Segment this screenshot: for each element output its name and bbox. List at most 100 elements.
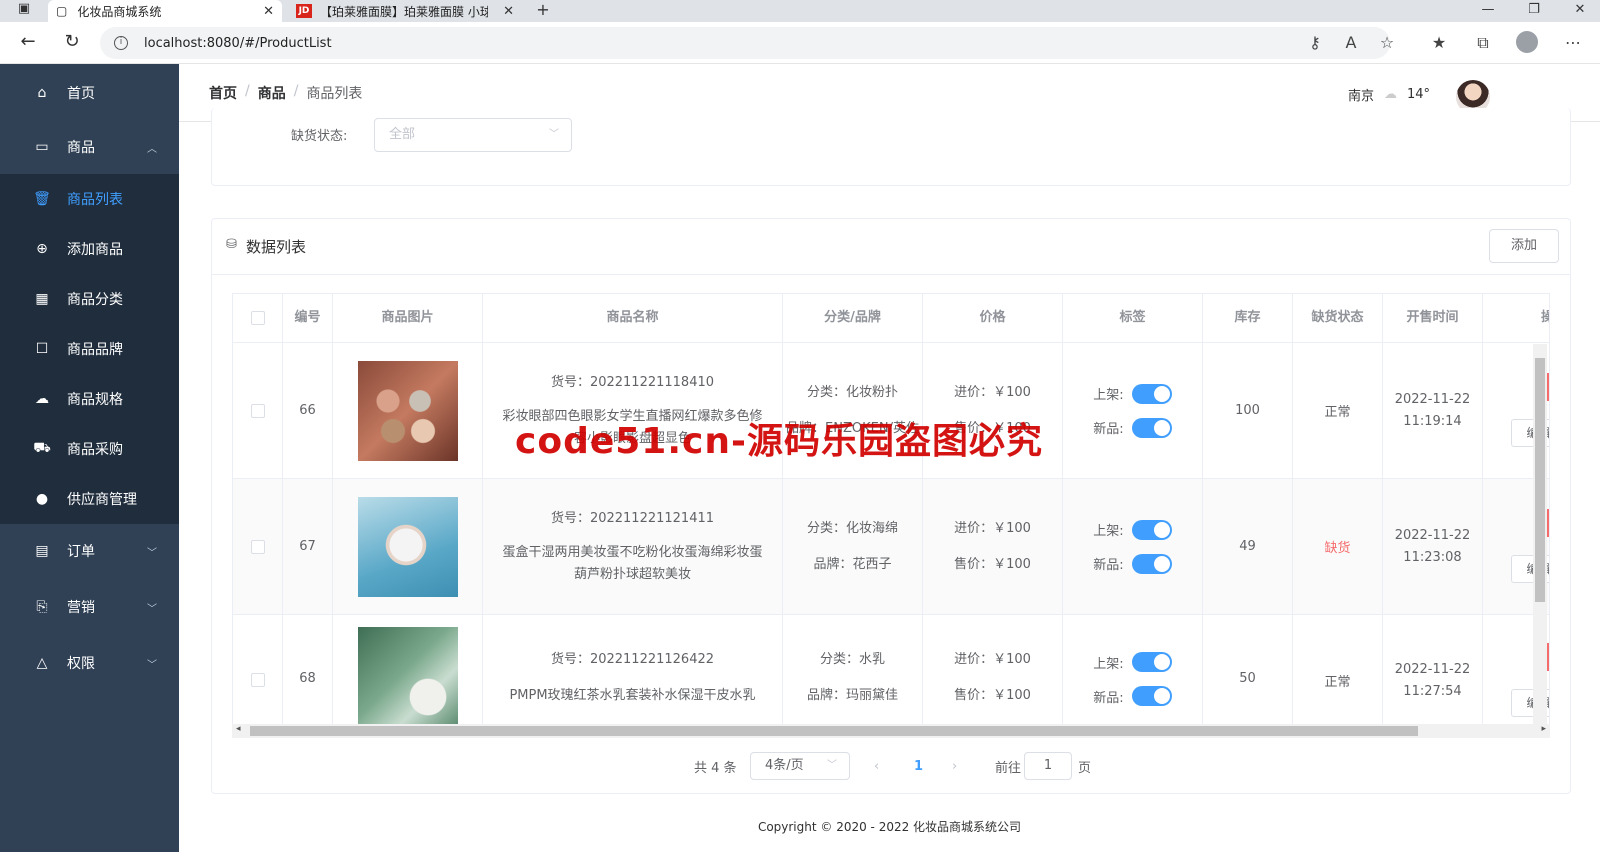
- sidebar-item-purchase[interactable]: ⛟ 商品采购: [0, 424, 179, 474]
- next-page-icon[interactable]: ›: [952, 752, 957, 780]
- product-brand: 品牌：玛丽黛佳: [806, 688, 898, 703]
- info-icon[interactable]: i: [114, 36, 128, 50]
- sidebar-item-order[interactable]: ▤ 订单 ﹀: [0, 526, 179, 576]
- minimize-icon[interactable]: —: [1465, 0, 1511, 22]
- sidebar-item-product-list[interactable]: 🗑 商品列表: [0, 174, 179, 224]
- profile-icon[interactable]: [1516, 31, 1538, 53]
- category-cell: 分类：化妆海绵 品牌：花西子: [783, 479, 923, 614]
- sidebar-item-product[interactable]: ▭ 商品 ︿: [0, 122, 179, 172]
- sidebar-item-supplier[interactable]: ● 供应商管理: [0, 474, 179, 524]
- product-category: 分类：化妆粉扑: [806, 384, 898, 400]
- tab-actions-icon[interactable]: ▣: [12, 1, 36, 16]
- row-checkbox[interactable]: [250, 673, 265, 687]
- new-item-switch[interactable]: [1131, 686, 1172, 706]
- collections-icon[interactable]: ⧉: [1472, 33, 1494, 53]
- sale-date: 2022-11-22: [1394, 527, 1471, 543]
- plus-circle-icon: ⊕: [36, 241, 48, 257]
- on-shelf-switch[interactable]: [1131, 383, 1172, 404]
- page-size-select[interactable]: 4条/页 ﹀: [750, 752, 850, 780]
- new-item-switch[interactable]: [1131, 417, 1172, 438]
- chevron-down-icon: ﹀: [147, 659, 157, 671]
- sidebar-item-marketing[interactable]: ⎘ 营销 ﹀: [0, 582, 179, 632]
- add-button[interactable]: 添加: [1489, 229, 1559, 263]
- row-checkbox[interactable]: [250, 403, 265, 418]
- id-cell: 68: [283, 615, 333, 724]
- row-checkbox[interactable]: [250, 539, 265, 554]
- goto-page-value: 1: [1043, 758, 1053, 773]
- current-page[interactable]: 1: [914, 752, 923, 780]
- new-tab-icon[interactable]: +: [531, 0, 555, 19]
- browser-tab[interactable]: JD 【珀莱雅面膜】珀莱雅面膜 小球 ✕: [288, 0, 522, 22]
- tab-title: 【珀莱雅面膜】珀莱雅面膜 小球: [320, 4, 488, 19]
- tags-cell: 上架: 新品:: [1063, 615, 1203, 724]
- bell-icon: △: [36, 655, 48, 671]
- grid-icon: ▦: [35, 291, 49, 307]
- stock-value: 50: [1239, 671, 1256, 686]
- sidebar-item-label: 权限: [67, 656, 95, 672]
- horizontal-scroll-thumb[interactable]: [250, 726, 1418, 736]
- horizontal-scrollbar[interactable]: ◂ ▸: [232, 724, 1550, 738]
- jd-logo-icon: JD: [296, 4, 312, 18]
- breadcrumb-product[interactable]: 商品: [258, 83, 286, 103]
- sidebar-item-add-product[interactable]: ⊕ 添加商品: [0, 224, 179, 274]
- vertical-scrollbar[interactable]: [1533, 344, 1547, 724]
- read-aloud-icon[interactable]: A: [1340, 33, 1362, 52]
- key-icon[interactable]: ⚷: [1304, 33, 1326, 52]
- scroll-right-icon[interactable]: ▸: [1541, 724, 1546, 734]
- goto-page-input[interactable]: 1: [1024, 752, 1072, 780]
- window-close-icon[interactable]: ✕: [1557, 0, 1600, 22]
- url-field[interactable]: i localhost:8080/#/ProductList: [100, 27, 1390, 59]
- vertical-scroll-thumb[interactable]: [1535, 358, 1545, 602]
- scroll-left-icon[interactable]: ◂: [236, 724, 241, 734]
- column-header: 缺货状态: [1293, 294, 1383, 342]
- breadcrumb-home[interactable]: 首页: [209, 83, 237, 103]
- product-brand: 品牌：花西子: [813, 556, 892, 572]
- restore-icon[interactable]: ❐: [1511, 0, 1557, 22]
- favorites-icon[interactable]: ★: [1428, 33, 1450, 52]
- on-shelf-label: 上架:: [1093, 388, 1124, 403]
- sidebar-item-spec[interactable]: ☁ 商品规格: [0, 374, 179, 424]
- stock-cell: 49: [1203, 479, 1293, 614]
- more-icon[interactable]: ⋯: [1562, 33, 1584, 52]
- sidebar-item-home[interactable]: ⌂ 首页: [0, 68, 179, 118]
- cost-price: 进价：￥100: [954, 520, 1031, 536]
- back-icon[interactable]: ←: [16, 31, 40, 52]
- row-select-cell: [233, 479, 283, 614]
- filter-card: 缺货状态: 全部 ﹀: [211, 108, 1571, 186]
- close-tab-icon[interactable]: ✕: [263, 4, 274, 19]
- page-suffix: 页: [1078, 760, 1092, 776]
- chevron-down-icon: ﹀: [827, 760, 837, 771]
- sidebar-item-label: 商品品牌: [67, 342, 123, 358]
- product-name: PMPM玫瑰红茶水乳套装补水保湿干皮水乳: [509, 688, 756, 703]
- home-icon: ⌂: [37, 85, 47, 101]
- close-tab-icon[interactable]: ✕: [503, 4, 514, 19]
- breadcrumb-current: 商品列表: [306, 86, 363, 102]
- on-shelf-switch[interactable]: [1131, 519, 1172, 540]
- sidebar-item-brand[interactable]: ☐ 商品品牌: [0, 324, 179, 374]
- product-table: 编号 商品图片 商品名称 分类/品牌 价格 标签 库存 缺货状态 开售时间 操 …: [232, 293, 1550, 725]
- sidebar-item-label: 商品: [67, 140, 95, 156]
- tab-title: 化妆品商城系统: [77, 4, 162, 19]
- footer-copyright: Copyright © 2020 - 2022 化妆品商城系统公司: [757, 820, 1022, 834]
- sale-time: 11:23:08: [1403, 549, 1462, 565]
- sidebar-item-permission[interactable]: △ 权限 ﹀: [0, 638, 179, 688]
- on-shelf-switch[interactable]: [1131, 652, 1172, 672]
- sidebar-item-category[interactable]: ▦ 商品分类: [0, 274, 179, 324]
- tags-cell: 上架: 新品:: [1063, 343, 1203, 478]
- stock-status-select[interactable]: 全部 ﹀: [374, 118, 572, 152]
- new-item-switch[interactable]: [1131, 553, 1172, 574]
- reload-icon[interactable]: ↻: [60, 31, 84, 52]
- select-all-checkbox[interactable]: [250, 311, 265, 325]
- prev-page-icon[interactable]: ‹: [874, 752, 879, 780]
- product-category: 分类：水乳: [819, 652, 885, 667]
- badge-icon: ☐: [35, 341, 49, 357]
- new-item-label: 新品:: [1093, 690, 1124, 706]
- sidebar-item-label: 商品规格: [67, 392, 123, 408]
- browser-tab-active[interactable]: ▢ 化妆品商城系统 ✕: [48, 0, 282, 22]
- sale-date: 2022-11-22: [1394, 391, 1471, 407]
- add-favorite-icon[interactable]: ☆: [1376, 33, 1398, 52]
- trash-icon: 🗑: [33, 191, 51, 207]
- browser-tab-bar: ▣ ▢ 化妆品商城系统 ✕ JD 【珀莱雅面膜】珀莱雅面膜 小球 ✕ + — ❐…: [0, 0, 1600, 22]
- stock-status-value: 全部: [389, 127, 416, 142]
- sidebar-item-label: 首页: [67, 86, 95, 102]
